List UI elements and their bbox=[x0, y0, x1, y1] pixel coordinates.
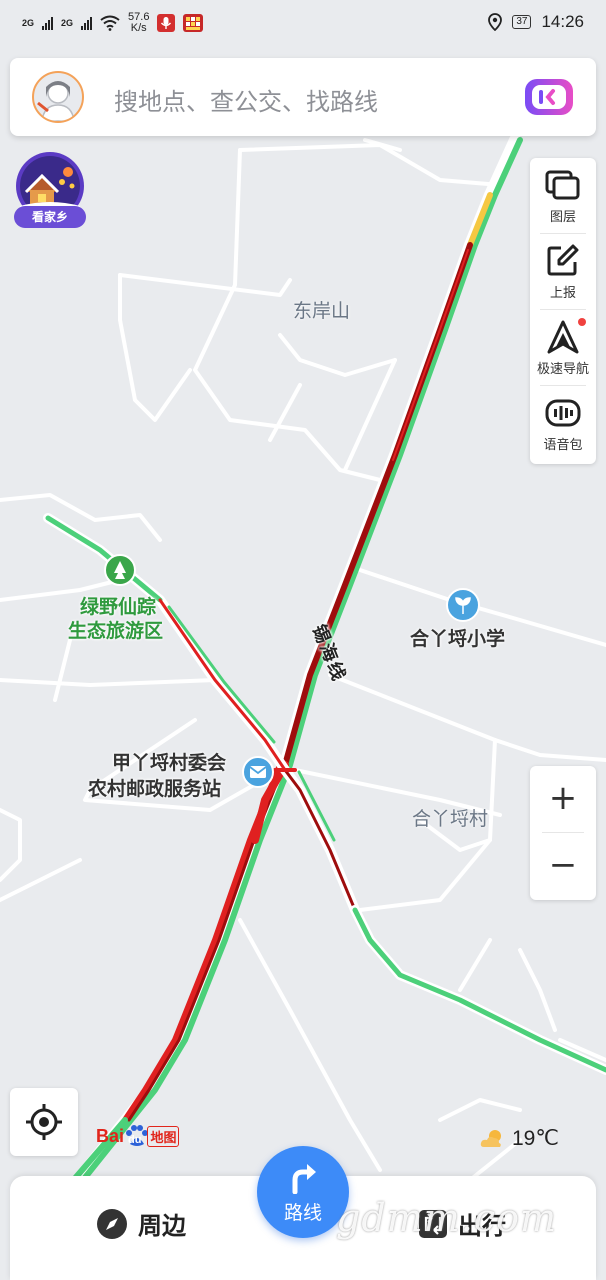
network-speed: 57.6 K/s bbox=[128, 12, 149, 34]
zoom-in-button[interactable]: + bbox=[530, 766, 596, 832]
layers-button[interactable]: 图层 bbox=[530, 158, 596, 234]
mail-pin-icon bbox=[242, 756, 274, 788]
nearby-button[interactable]: 周边 bbox=[96, 1206, 186, 1241]
logo-text: 地图 bbox=[147, 1125, 180, 1147]
status-bar: 2G 2G 57.6 K/s 37 14:26 bbox=[0, 0, 606, 50]
poi-label: 农村邮政服务站 bbox=[88, 778, 222, 800]
scenic-pin-icon bbox=[104, 554, 136, 586]
wifi-icon bbox=[100, 15, 120, 31]
voice-pack-icon bbox=[545, 399, 581, 427]
poi-label: 合丫埒小学 bbox=[410, 628, 506, 650]
clock: 14:26 bbox=[541, 12, 584, 31]
school-pin-icon bbox=[446, 588, 480, 622]
temperature: 19℃ bbox=[512, 1127, 559, 1150]
logo-text: Bai bbox=[96, 1125, 125, 1146]
partly-cloudy-icon bbox=[480, 1129, 501, 1147]
place-label: 合丫埒村 bbox=[412, 808, 489, 830]
zoom-control: + − bbox=[530, 766, 596, 900]
signal-icon bbox=[81, 16, 93, 30]
fast-navigation-button[interactable]: 极速导航 bbox=[530, 310, 596, 386]
map-tools-panel: 图层 上报 极速导航 语音包 bbox=[530, 158, 596, 464]
notification-dot bbox=[578, 318, 586, 326]
poi-post-office[interactable]: 甲丫埒村委会 农村邮政服务站 bbox=[84, 746, 280, 802]
battery-icon: 37 bbox=[512, 15, 532, 29]
compass-icon bbox=[97, 1208, 127, 1239]
voice-pack-label: 语音包 bbox=[543, 438, 583, 453]
poi-label: 甲丫埒村委会 bbox=[112, 752, 227, 774]
poi-scenic-area[interactable]: 绿野仙踪 生态旅游区 bbox=[66, 554, 186, 644]
layers-label: 图层 bbox=[549, 210, 576, 225]
recorder-icon bbox=[157, 14, 176, 32]
sim2-type: 2G bbox=[61, 18, 74, 28]
baidu-map-logo: Bai du 地图 bbox=[96, 1122, 180, 1150]
zoom-out-button[interactable]: − bbox=[530, 833, 596, 899]
user-avatar-icon bbox=[37, 81, 75, 121]
voice-assistant-icon[interactable] bbox=[522, 76, 576, 118]
voice-pack-button[interactable]: 语音包 bbox=[530, 386, 596, 462]
locate-me-button[interactable] bbox=[10, 1088, 78, 1156]
search-input[interactable]: 搜地点、查公交、找路线 bbox=[114, 82, 378, 117]
report-edit-icon bbox=[547, 244, 579, 276]
nearby-label: 周边 bbox=[138, 1212, 186, 1240]
sim1-type: 2G bbox=[22, 18, 35, 28]
avatar[interactable] bbox=[32, 71, 84, 123]
crosshair-icon bbox=[26, 1104, 62, 1140]
poi-label: 绿野仙踪 bbox=[80, 596, 157, 618]
navigation-arrow-icon bbox=[547, 320, 579, 354]
location-status-icon bbox=[488, 13, 503, 31]
app-notification-icon bbox=[183, 14, 204, 32]
hometown-badge[interactable]: 看家乡 bbox=[12, 152, 88, 230]
route-turn-icon bbox=[292, 1164, 316, 1194]
place-label: 东岸山 bbox=[293, 300, 351, 322]
logo-text: du bbox=[128, 1134, 142, 1146]
layers-icon bbox=[545, 170, 580, 200]
hometown-label: 看家乡 bbox=[14, 206, 86, 228]
poi-label: 生态旅游区 bbox=[68, 620, 164, 642]
poi-school[interactable]: 合丫埒小学 bbox=[410, 588, 530, 654]
speed-unit: K/s bbox=[130, 22, 147, 34]
report-label: 上报 bbox=[549, 286, 576, 301]
watermark: gdmm.com bbox=[336, 1196, 557, 1240]
weather-widget[interactable]: 19℃ bbox=[480, 1126, 559, 1151]
signal-icon bbox=[42, 16, 54, 30]
report-button[interactable]: 上报 bbox=[530, 234, 596, 310]
fast-navigation-label: 极速导航 bbox=[536, 362, 589, 377]
search-bar[interactable]: 搜地点、查公交、找路线 bbox=[10, 58, 596, 136]
